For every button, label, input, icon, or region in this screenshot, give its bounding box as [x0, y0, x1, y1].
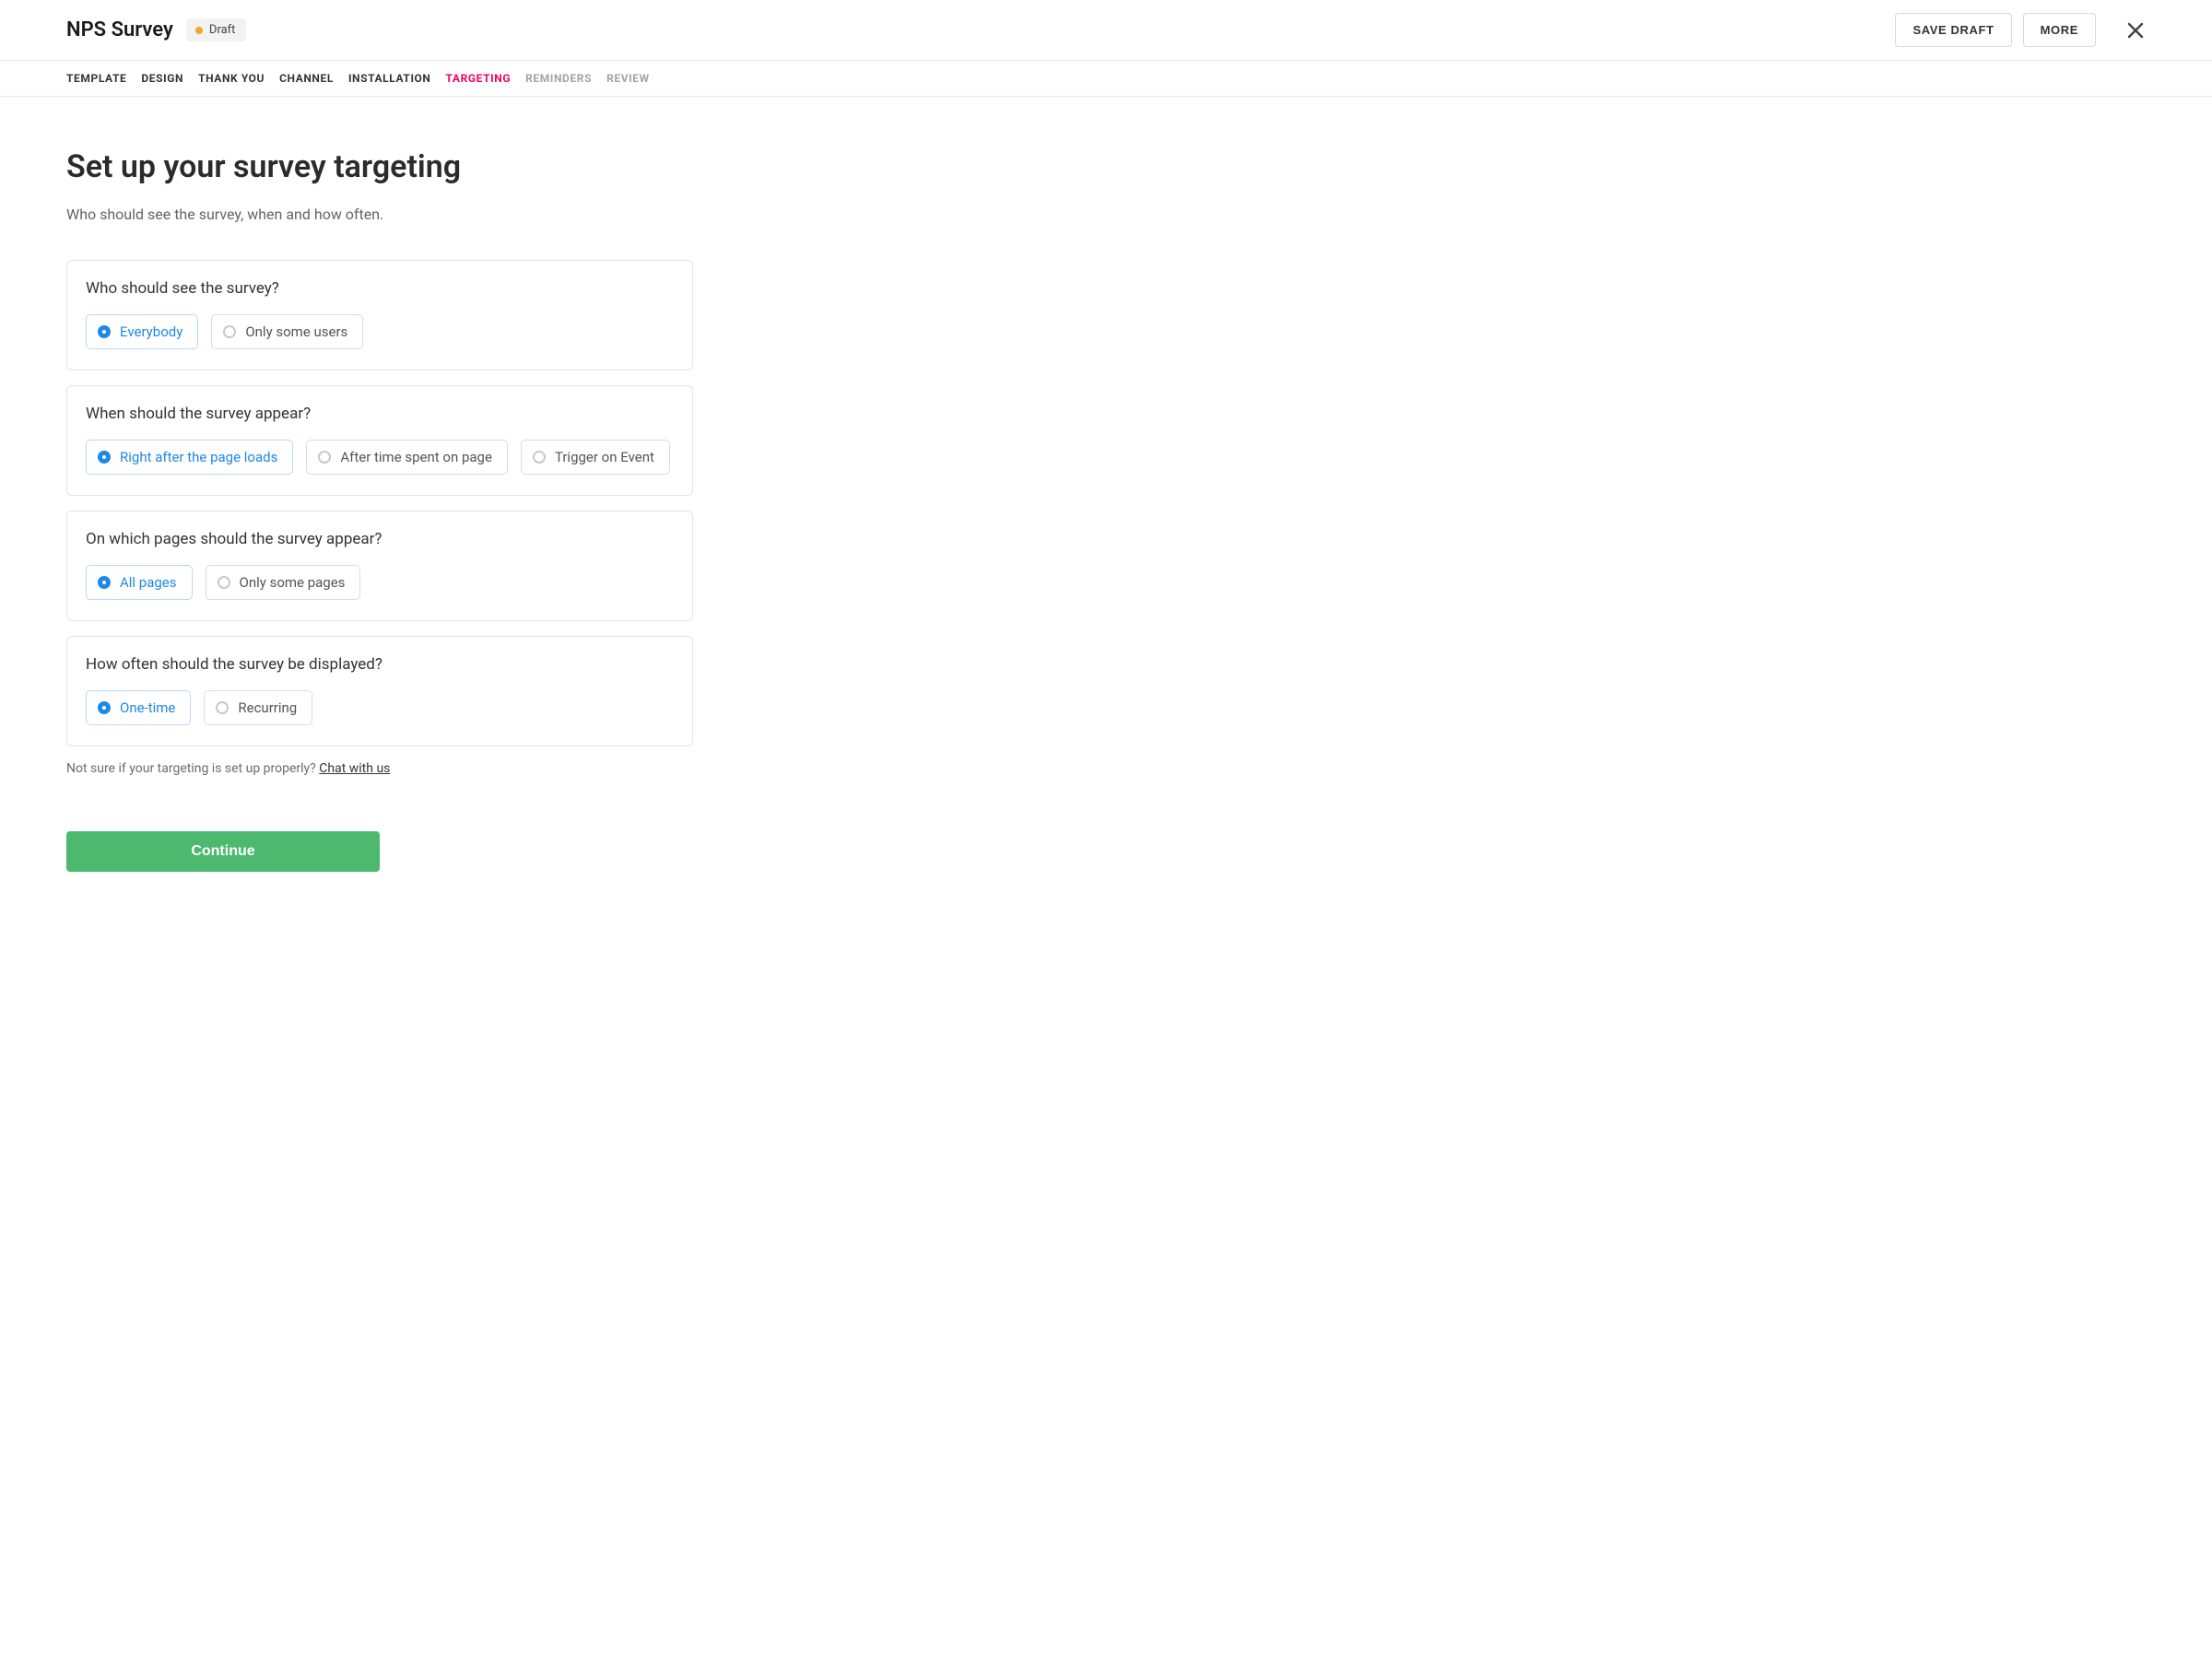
question-pages: On which pages should the survey appear? — [86, 530, 674, 548]
tab-thank-you[interactable]: THANK YOU — [198, 61, 265, 96]
options-frequency: One-time Recurring — [86, 690, 674, 725]
option-label: Right after the page loads — [120, 449, 277, 465]
status-label: Draft — [209, 23, 236, 37]
option-everybody[interactable]: Everybody — [86, 314, 198, 349]
option-one-time[interactable]: One-time — [86, 690, 191, 725]
status-dot-icon — [195, 27, 203, 34]
radio-icon — [98, 451, 111, 464]
question-when: When should the survey appear? — [86, 405, 674, 423]
question-frequency: How often should the survey be displayed… — [86, 655, 674, 674]
option-label: Only some users — [245, 323, 347, 340]
top-bar-right: SAVE DRAFT MORE — [1895, 13, 2146, 47]
options-who: Everybody Only some users — [86, 314, 674, 349]
radio-icon — [98, 701, 111, 714]
tab-targeting[interactable]: TARGETING — [446, 61, 512, 96]
option-recurring[interactable]: Recurring — [204, 690, 312, 725]
option-label: One-time — [120, 699, 175, 716]
radio-icon — [218, 576, 230, 589]
option-label: Trigger on Event — [555, 449, 654, 465]
card-frequency: How often should the survey be displayed… — [66, 636, 693, 746]
help-line: Not sure if your targeting is set up pro… — [66, 761, 700, 776]
page-title: NPS Survey — [66, 18, 173, 41]
tab-installation[interactable]: INSTALLATION — [348, 61, 431, 96]
continue-button[interactable]: Continue — [66, 831, 380, 872]
option-label: Only some pages — [240, 574, 346, 591]
main-content: Set up your survey targeting Who should … — [0, 97, 700, 927]
card-pages: On which pages should the survey appear?… — [66, 511, 693, 621]
option-label: Recurring — [238, 699, 297, 716]
top-bar-left: NPS Survey Draft — [66, 18, 246, 41]
more-button[interactable]: MORE — [2023, 13, 2096, 47]
chat-with-us-link[interactable]: Chat with us — [319, 761, 390, 776]
radio-icon — [98, 576, 111, 589]
tab-review[interactable]: REVIEW — [606, 61, 650, 96]
option-only-some-pages[interactable]: Only some pages — [206, 565, 361, 600]
tab-reminders[interactable]: REMINDERS — [525, 61, 592, 96]
radio-icon — [318, 451, 331, 464]
main-heading: Set up your survey targeting — [66, 148, 700, 185]
option-only-some-users[interactable]: Only some users — [211, 314, 363, 349]
card-who: Who should see the survey? Everybody Onl… — [66, 260, 693, 370]
save-draft-button[interactable]: SAVE DRAFT — [1895, 13, 2011, 47]
status-badge: Draft — [186, 18, 247, 41]
close-icon[interactable] — [2125, 20, 2146, 41]
options-pages: All pages Only some pages — [86, 565, 674, 600]
option-label: After time spent on page — [340, 449, 492, 465]
options-when: Right after the page loads After time sp… — [86, 440, 674, 475]
tab-design[interactable]: DESIGN — [141, 61, 183, 96]
top-bar: NPS Survey Draft SAVE DRAFT MORE — [0, 0, 2212, 61]
option-time-on-page[interactable]: After time spent on page — [306, 440, 508, 475]
radio-icon — [533, 451, 546, 464]
option-trigger-on-event[interactable]: Trigger on Event — [521, 440, 670, 475]
option-label: Everybody — [120, 323, 182, 340]
tabs-bar: TEMPLATE DESIGN THANK YOU CHANNEL INSTAL… — [0, 61, 2212, 97]
card-when: When should the survey appear? Right aft… — [66, 385, 693, 496]
radio-icon — [216, 701, 229, 714]
option-after-page-loads[interactable]: Right after the page loads — [86, 440, 293, 475]
option-all-pages[interactable]: All pages — [86, 565, 193, 600]
option-label: All pages — [120, 574, 177, 591]
question-who: Who should see the survey? — [86, 279, 674, 298]
tab-template[interactable]: TEMPLATE — [66, 61, 126, 96]
tab-channel[interactable]: CHANNEL — [279, 61, 334, 96]
help-text: Not sure if your targeting is set up pro… — [66, 761, 319, 776]
main-subheading: Who should see the survey, when and how … — [66, 206, 700, 223]
radio-icon — [98, 325, 111, 338]
radio-icon — [223, 325, 236, 338]
